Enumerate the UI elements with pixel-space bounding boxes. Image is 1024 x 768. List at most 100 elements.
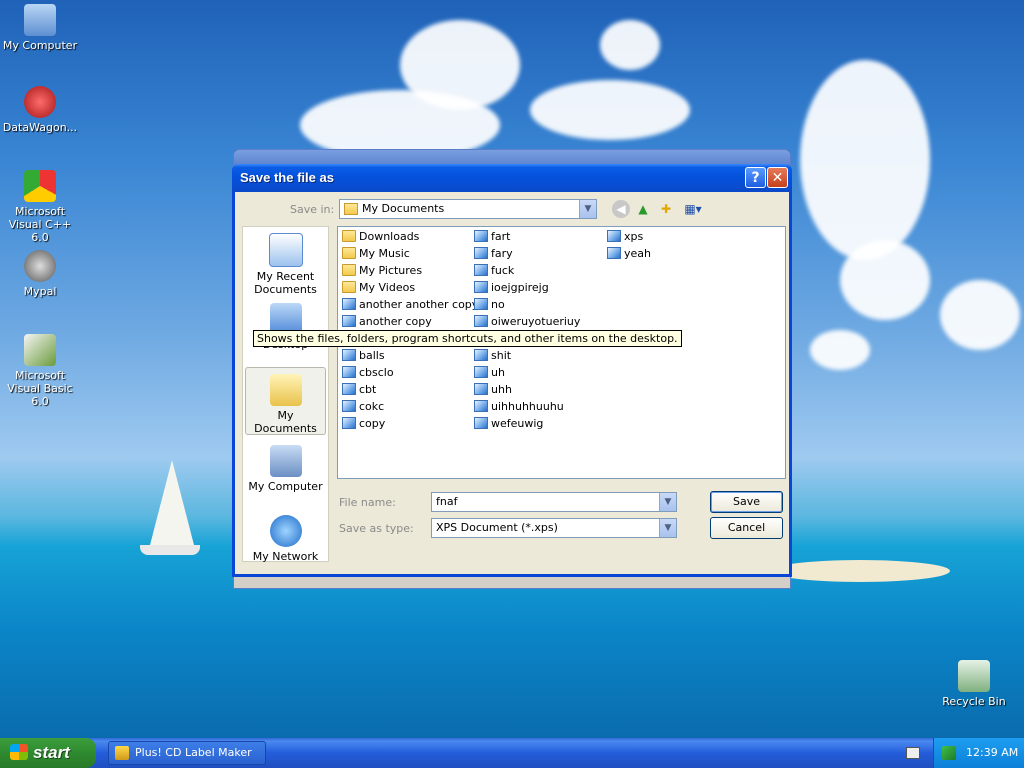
taskbar-item-cd-label-maker[interactable]: Plus! CD Label Maker (108, 741, 266, 765)
file-item-label: another copy (359, 315, 432, 328)
desktop-icon-mypal[interactable]: Mypal (0, 250, 80, 298)
xps-document-icon (474, 383, 488, 395)
xps-document-icon (342, 383, 356, 395)
place-my-network[interactable]: My Network (245, 509, 326, 563)
new-folder-icon[interactable]: ✚ (657, 200, 675, 218)
file-item[interactable]: cbsclo (342, 365, 394, 381)
file-list[interactable]: Downloads My Music My Pictures My Videos ano… (337, 226, 786, 479)
folder-icon (342, 281, 356, 293)
chevron-down-icon[interactable]: ▼ (659, 493, 676, 511)
tray-app-icon[interactable] (942, 746, 956, 760)
file-item[interactable]: My Music (342, 246, 410, 262)
place-my-documents[interactable]: My Documents (245, 367, 326, 435)
xps-document-icon (474, 298, 488, 310)
file-item[interactable]: no (474, 297, 505, 313)
keyboard-icon[interactable] (906, 747, 920, 759)
file-name-label: File name: (339, 496, 396, 509)
desktop-icon-recycle-bin[interactable]: Recycle Bin (934, 660, 1014, 708)
recent-documents-icon (268, 233, 303, 267)
file-item-label: uh (491, 366, 505, 379)
xps-document-icon (474, 417, 488, 429)
file-item[interactable]: Downloads (342, 229, 419, 245)
place-recent-documents[interactable]: My Recent Documents (245, 227, 326, 296)
file-item[interactable]: cbt (342, 382, 376, 398)
xps-document-icon (342, 400, 356, 412)
file-item[interactable]: uihhuhhuuhu (474, 399, 564, 415)
desktop-icon-datawagon[interactable]: DataWagon... (0, 86, 80, 134)
desktop-icon-visual-basic[interactable]: Microsoft Visual Basic 6.0 (0, 334, 80, 408)
file-item-label: another another copy (359, 298, 479, 311)
file-item[interactable]: uh (474, 365, 505, 381)
file-item[interactable]: xps (607, 229, 643, 245)
cloud (840, 240, 930, 320)
file-item-label: balls (359, 349, 385, 362)
file-item[interactable]: balls (342, 348, 385, 364)
file-item-label: copy (359, 417, 386, 430)
file-item[interactable]: cokc (342, 399, 384, 415)
save-in-combo[interactable]: My Documents ▼ (339, 199, 597, 219)
datawagon-icon (24, 86, 56, 118)
xps-document-icon (342, 366, 356, 378)
system-tray: 12:39 AM (933, 738, 1024, 768)
file-item-label: cokc (359, 400, 385, 413)
places-bar: My Recent Documents Desktop My Documents… (242, 226, 329, 563)
xps-document-icon (474, 281, 488, 293)
up-folder-icon[interactable]: ▲ (634, 200, 652, 218)
clock[interactable]: 12:39 AM (966, 738, 1018, 768)
file-item[interactable]: another another copy (342, 297, 478, 313)
file-item[interactable]: copy (342, 416, 385, 432)
file-item-label: shit (491, 349, 512, 362)
chevron-down-icon[interactable]: ▼ (659, 519, 676, 537)
file-item-label: uihhuhhuuhu (491, 400, 564, 413)
mypal-icon (24, 250, 56, 282)
xps-document-icon (474, 366, 488, 378)
file-name-input[interactable]: fnaf ▼ (431, 492, 677, 512)
view-menu-icon[interactable]: ▦▾ (681, 200, 705, 218)
help-button[interactable]: ? (745, 167, 766, 188)
desktop-icon-visual-cpp[interactable]: Microsoft Visual C++ 6.0 (0, 170, 80, 244)
save-in-label: Save in: (290, 203, 335, 216)
file-item[interactable]: uhh (474, 382, 512, 398)
file-item[interactable]: ioejgpirejg (474, 280, 549, 296)
file-item[interactable]: oiweruyotueriuy (474, 314, 580, 330)
cloud (600, 20, 660, 70)
place-my-computer[interactable]: My Computer (245, 439, 326, 493)
desktop-icon-my-computer[interactable]: My Computer (0, 4, 80, 52)
back-icon[interactable]: ◀ (612, 200, 630, 218)
file-item-label: wefeuwig (491, 417, 544, 430)
save-as-type-label: Save as type: (339, 522, 414, 535)
file-item[interactable]: fary (474, 246, 513, 262)
desktop-tooltip: Shows the files, folders, program shortc… (253, 330, 682, 347)
my-computer-icon (269, 445, 302, 477)
xps-document-icon (474, 400, 488, 412)
start-button[interactable]: start (0, 738, 96, 768)
xps-document-icon (474, 230, 488, 242)
file-item[interactable]: fuck (474, 263, 514, 279)
xps-document-icon (342, 349, 356, 361)
folder-icon (344, 203, 358, 215)
folder-icon (342, 230, 356, 242)
file-item[interactable]: yeah (607, 246, 651, 262)
xps-document-icon (474, 247, 488, 259)
file-item-label: fart (491, 230, 511, 243)
file-item[interactable]: another copy (342, 314, 432, 330)
chevron-down-icon[interactable]: ▼ (579, 200, 596, 218)
file-item-label: uhh (491, 383, 512, 396)
xps-document-icon (474, 349, 488, 361)
file-item-label: cbsclo (359, 366, 394, 379)
save-button[interactable]: Save (710, 491, 783, 513)
xps-document-icon (342, 417, 356, 429)
cancel-button[interactable]: Cancel (710, 517, 783, 539)
cloud (810, 330, 870, 370)
file-item[interactable]: shit (474, 348, 511, 364)
file-item[interactable]: My Pictures (342, 263, 422, 279)
close-button[interactable]: ✕ (767, 167, 788, 188)
file-item[interactable]: My Videos (342, 280, 415, 296)
folder-icon (342, 264, 356, 276)
dialog-titlebar[interactable]: Save the file as ? ✕ (232, 164, 792, 192)
xps-document-icon (607, 230, 621, 242)
file-item[interactable]: fart (474, 229, 510, 245)
save-as-type-select[interactable]: XPS Document (*.xps) ▼ (431, 518, 677, 538)
save-dialog: Save the file as ? ✕ Save in: My Documen… (232, 164, 792, 577)
file-item[interactable]: wefeuwig (474, 416, 543, 432)
